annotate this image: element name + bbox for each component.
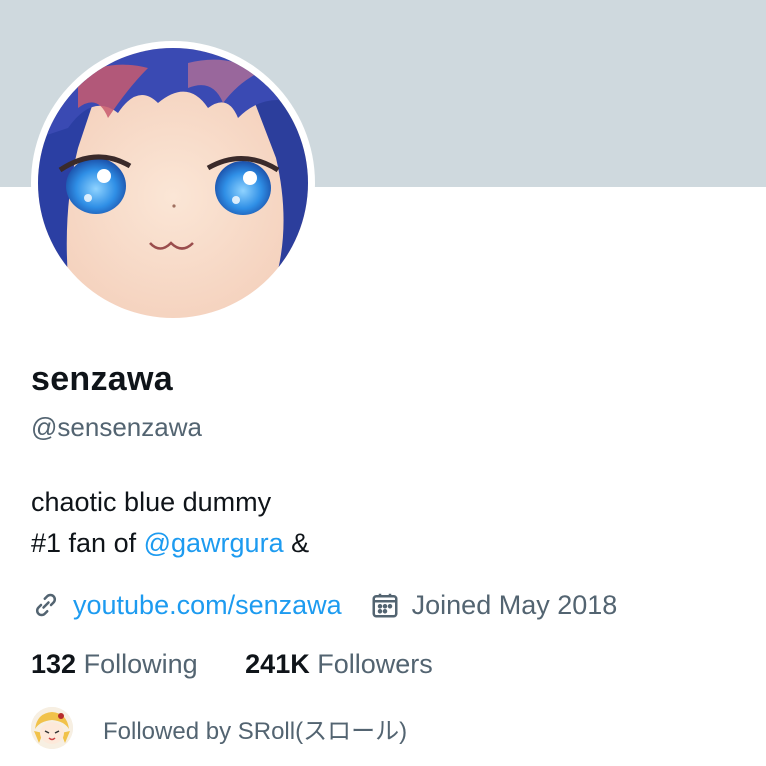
website-link[interactable]: youtube.com/senzawa (73, 590, 342, 621)
display-name: senzawa (31, 360, 173, 398)
joined-date: Joined May 2018 (411, 589, 618, 620)
bio-mention-link[interactable]: @gawrgura (144, 528, 284, 558)
profile-stats: 132 Following 241K Followers (31, 649, 433, 680)
link-icon (31, 590, 61, 620)
following-stat[interactable]: 132 Following (31, 649, 198, 680)
profile-avatar[interactable] (38, 48, 308, 318)
followers-label: Followers (317, 649, 433, 679)
profile-bio: chaotic blue dummy #1 fan of @gawrgura & (31, 482, 309, 564)
user-handle: @sensenzawa (31, 412, 202, 442)
following-label: Following (83, 649, 198, 679)
bio-suffix: & (291, 528, 310, 558)
bio-line-1: chaotic blue dummy (31, 487, 272, 517)
calendar-icon (370, 590, 400, 620)
follower-avatar (31, 707, 73, 749)
followers-count: 241K (245, 649, 310, 679)
profile-meta: youtube.com/senzawa Joined May 2018 (31, 585, 617, 625)
bio-text: #1 fan of (31, 528, 137, 558)
followed-by[interactable]: Followed by SRoll(スロール) (31, 706, 407, 750)
followed-by-text: Followed by SRoll(スロール) (103, 717, 408, 745)
following-count: 132 (31, 649, 77, 679)
bio-line-2: #1 fan of @gawrgura & (31, 523, 309, 564)
followers-stat[interactable]: 241K Followers (245, 649, 433, 680)
